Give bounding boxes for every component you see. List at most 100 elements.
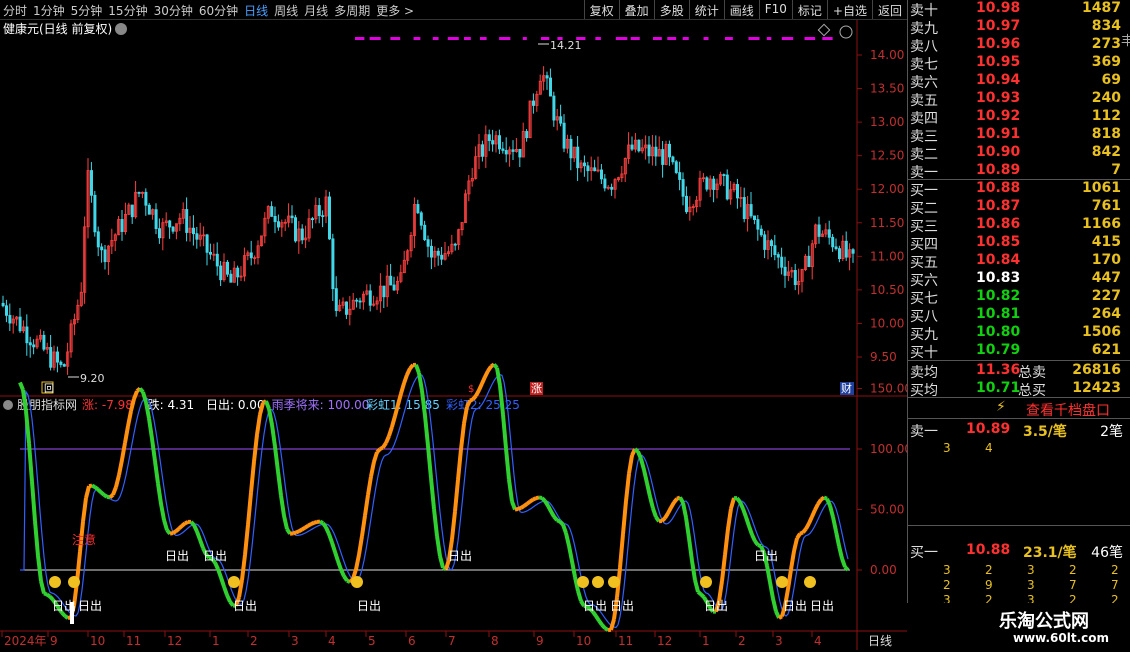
ob-volume: 1487 bbox=[1082, 0, 1121, 16]
oscillator-segment bbox=[89, 486, 92, 487]
ask-row[interactable]: 卖六10.9469 bbox=[908, 72, 1130, 90]
ask-row[interactable]: 卖四10.92112 bbox=[908, 108, 1130, 126]
ask-row[interactable]: 卖二10.90842 bbox=[908, 144, 1130, 162]
oscillator-segment bbox=[833, 517, 836, 531]
order-book-panel: 卖十10.981487卖九10.97834卖八10.96273卖七10.9536… bbox=[907, 0, 1130, 650]
bid-row[interactable]: 买十10.79621 bbox=[908, 342, 1130, 360]
oscillator-segment bbox=[32, 482, 35, 521]
period-tab-4[interactable]: 30分钟 bbox=[154, 4, 193, 18]
candle-body bbox=[155, 210, 157, 229]
candle-body bbox=[318, 205, 320, 215]
tool-button-5[interactable]: F10 bbox=[759, 0, 792, 19]
oscillator-segment bbox=[185, 522, 188, 523]
tool-button-2[interactable]: 多股 bbox=[654, 0, 689, 19]
oscillator-segment bbox=[359, 536, 362, 555]
y-tick-label: 11.00 bbox=[870, 249, 904, 263]
ask-row[interactable]: 卖三10.91818 bbox=[908, 126, 1130, 144]
candle-body bbox=[492, 141, 494, 144]
ask-row[interactable]: 卖七10.95369 bbox=[908, 54, 1130, 72]
oscillator-segment bbox=[329, 534, 332, 542]
oscillator-segment bbox=[311, 523, 314, 524]
period-tab-2[interactable]: 5分钟 bbox=[71, 4, 103, 18]
x-tick-label: 2 bbox=[250, 634, 258, 648]
candle-body bbox=[196, 234, 198, 240]
oscillator-segment bbox=[164, 520, 167, 530]
candle-body bbox=[90, 171, 92, 196]
ask-row[interactable]: 卖十10.981487 bbox=[908, 0, 1130, 18]
oscillator-segment bbox=[389, 427, 392, 436]
candle-body bbox=[390, 276, 392, 285]
candle-body bbox=[512, 150, 514, 152]
y-tick-label: 12.00 bbox=[870, 182, 904, 196]
oscillator-segment bbox=[605, 628, 608, 630]
ob-label: 买七 bbox=[910, 288, 938, 308]
bid-row[interactable]: 买八10.81264 bbox=[908, 306, 1130, 324]
bid-row[interactable]: 买六10.83447 bbox=[908, 270, 1130, 288]
candle-body bbox=[226, 262, 228, 274]
ask-row[interactable]: 卖九10.97834 bbox=[908, 18, 1130, 36]
tool-button-4[interactable]: 画线 bbox=[724, 0, 759, 19]
oscillator-segment bbox=[191, 522, 194, 525]
bid-row[interactable]: 买二10.87761 bbox=[908, 198, 1130, 216]
tool-button-0[interactable]: 复权 bbox=[584, 0, 619, 19]
ob-price: 10.97 bbox=[976, 18, 1020, 34]
ask-row[interactable]: 卖一10.897 bbox=[908, 162, 1130, 180]
candle-body bbox=[417, 204, 419, 212]
tool-button-8[interactable]: 返回 bbox=[872, 0, 907, 19]
sunrise-label: 日出 bbox=[810, 599, 834, 613]
bid-row[interactable]: 买九10.801506 bbox=[908, 324, 1130, 342]
oscillator-segment bbox=[488, 367, 491, 371]
ob-label: 卖五 bbox=[910, 90, 938, 110]
period-tab-5[interactable]: 60分钟 bbox=[199, 4, 238, 18]
oscillator-segment bbox=[503, 414, 506, 448]
bid-row[interactable]: 买四10.85415 bbox=[908, 234, 1130, 252]
period-tab-8[interactable]: 月线 bbox=[304, 4, 328, 18]
oscillator-segment bbox=[326, 527, 329, 534]
candle-body bbox=[131, 205, 133, 217]
candle-body bbox=[5, 306, 7, 316]
ob-label: 买四 bbox=[910, 234, 938, 254]
ob-volume: 170 bbox=[1092, 252, 1121, 268]
bid1-queue-item: 7 bbox=[1111, 578, 1119, 592]
oscillator-segment bbox=[803, 529, 806, 533]
candle-body bbox=[230, 274, 232, 282]
oscillator-segment bbox=[653, 508, 656, 517]
period-tab-0[interactable]: 分时 bbox=[3, 4, 27, 18]
period-tab-9[interactable]: 多周期 bbox=[334, 4, 370, 18]
oscillator-segment bbox=[623, 501, 626, 534]
oscillator-segment bbox=[437, 536, 440, 556]
tool-button-1[interactable]: 叠加 bbox=[619, 0, 654, 19]
bid1-queue-item: 3 bbox=[1027, 578, 1035, 592]
thousand-depth-button[interactable]: ⚡ 查看千档盘口 bbox=[908, 398, 1130, 418]
candle-body bbox=[852, 250, 854, 254]
ob-label: 卖三 bbox=[910, 126, 938, 146]
oscillator-segment bbox=[182, 523, 185, 525]
period-tab-7[interactable]: 周线 bbox=[274, 4, 298, 18]
candle-body bbox=[546, 76, 548, 78]
candle-body bbox=[216, 254, 218, 266]
period-tab-6[interactable]: 日线 bbox=[244, 4, 268, 18]
period-tab-10[interactable]: 更多 > bbox=[376, 4, 414, 18]
bid-row[interactable]: 买一10.881061 bbox=[908, 180, 1130, 198]
period-tab-1[interactable]: 1分钟 bbox=[33, 4, 65, 18]
ob-price: 10.92 bbox=[976, 108, 1020, 124]
kline-chart-area[interactable]: 健康元(日线 前复权)14.0013.5013.0012.5012.0011.5… bbox=[0, 20, 907, 650]
oscillator-segment bbox=[662, 518, 665, 521]
tool-button-6[interactable]: 标记 bbox=[792, 0, 827, 19]
tool-button-3[interactable]: 统计 bbox=[689, 0, 724, 19]
y-tick-label: 12.50 bbox=[870, 149, 904, 163]
period-tab-3[interactable]: 15分钟 bbox=[108, 4, 147, 18]
ob-label: 卖七 bbox=[910, 54, 938, 74]
candle-body bbox=[845, 241, 847, 257]
bid-row[interactable]: 买七10.82227 bbox=[908, 288, 1130, 306]
ask-row[interactable]: 卖八10.96273 bbox=[908, 36, 1130, 54]
bid-row[interactable]: 买三10.861166 bbox=[908, 216, 1130, 234]
oscillator-segment bbox=[275, 447, 278, 472]
candle-body bbox=[56, 352, 58, 362]
oscillator-segment bbox=[470, 399, 473, 400]
bid-row[interactable]: 买五10.84170 bbox=[908, 252, 1130, 270]
ask-row[interactable]: 卖五10.93240 bbox=[908, 90, 1130, 108]
tool-button-7[interactable]: +自选 bbox=[827, 0, 872, 19]
ob-label: 买八 bbox=[910, 306, 938, 326]
ob-volume: 7 bbox=[1111, 162, 1121, 178]
